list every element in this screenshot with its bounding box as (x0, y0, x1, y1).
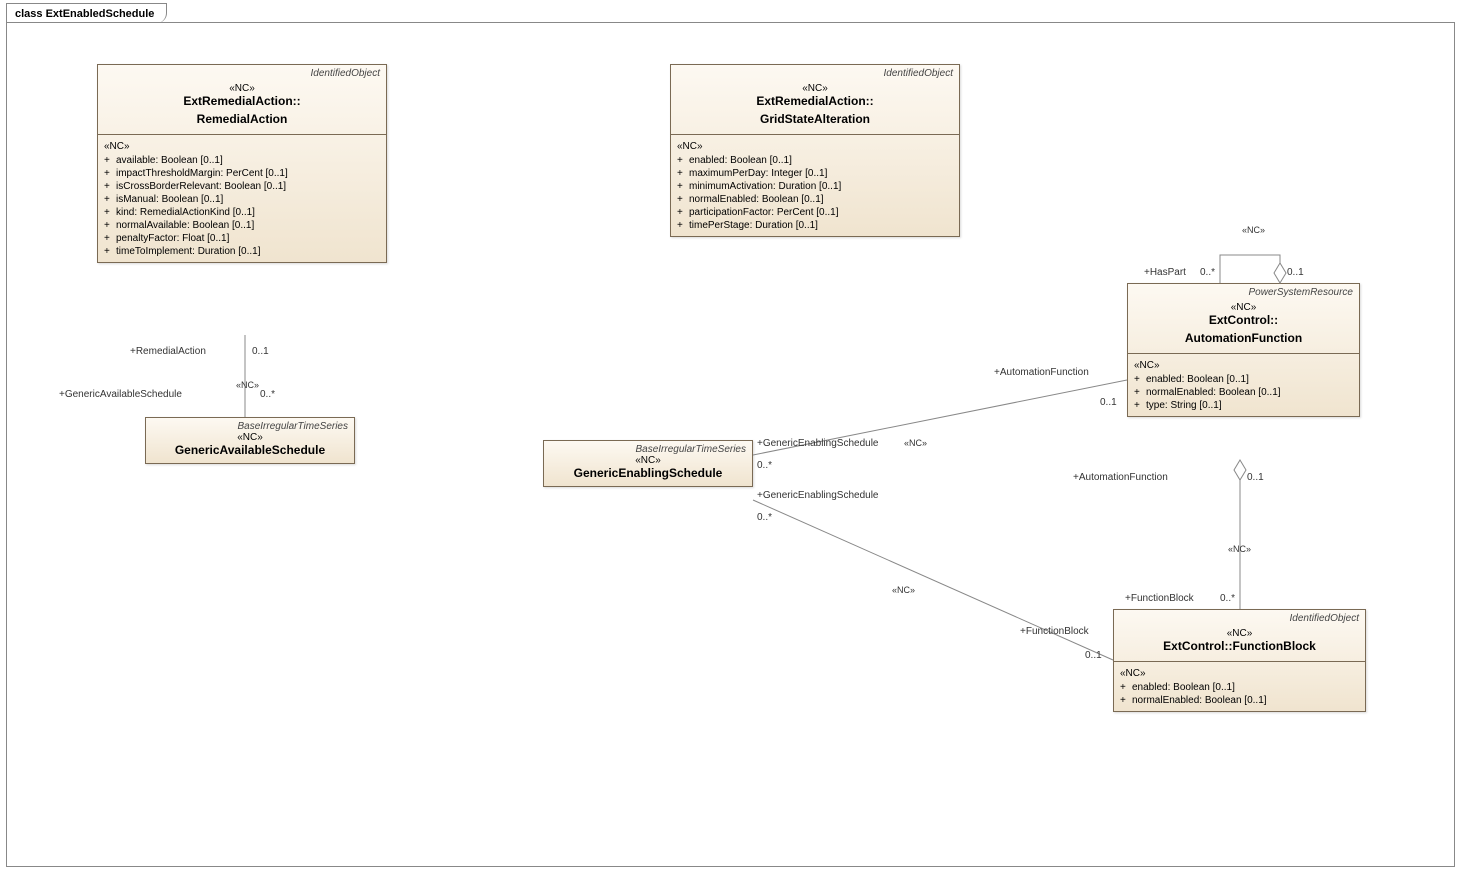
aggregation-diamond-icon (1274, 263, 1286, 283)
mult-has-part: 0..* (1200, 267, 1215, 278)
role-automation-function-1: +AutomationFunction (994, 367, 1089, 378)
diagram-canvas: class ExtEnabledSchedule IdentifiedObjec… (0, 0, 1461, 873)
aggregation-diamond-icon (1234, 460, 1246, 480)
mult-automation-function-1: 0..1 (1100, 397, 1117, 408)
role-generic-enabling-2: +GenericEnablingSchedule (757, 490, 878, 501)
connector-layer (0, 0, 1461, 873)
mult-automation-function-2: 0..1 (1247, 472, 1264, 483)
role-function-block-2: +FunctionBlock (1125, 593, 1194, 604)
mult-generic-available: 0..* (260, 389, 275, 400)
role-function-block-1: +FunctionBlock (1020, 626, 1089, 637)
mult-function-block-1: 0..1 (1085, 650, 1102, 661)
role-generic-enabling-1: +GenericEnablingSchedule (757, 438, 878, 449)
role-generic-available: +GenericAvailableSchedule (59, 389, 182, 400)
stereotype-assoc: «NC» (1242, 225, 1265, 235)
mult-generic-enabling-2: 0..* (757, 512, 772, 523)
stereotype-assoc: «NC» (236, 380, 259, 390)
mult-function-block-2: 0..* (1220, 593, 1235, 604)
assoc-autofunc-self (1220, 255, 1280, 283)
role-remedial-action: +RemedialAction (130, 346, 206, 357)
role-automation-function-2: +AutomationFunction (1073, 472, 1168, 483)
stereotype-assoc: «NC» (1228, 544, 1251, 554)
mult-has-part-other: 0..1 (1287, 267, 1304, 278)
stereotype-assoc: «NC» (904, 438, 927, 448)
stereotype-assoc: «NC» (892, 585, 915, 595)
role-has-part: +HasPart (1144, 267, 1186, 278)
mult-remedial-action: 0..1 (252, 346, 269, 357)
mult-generic-enabling-1: 0..* (757, 460, 772, 471)
